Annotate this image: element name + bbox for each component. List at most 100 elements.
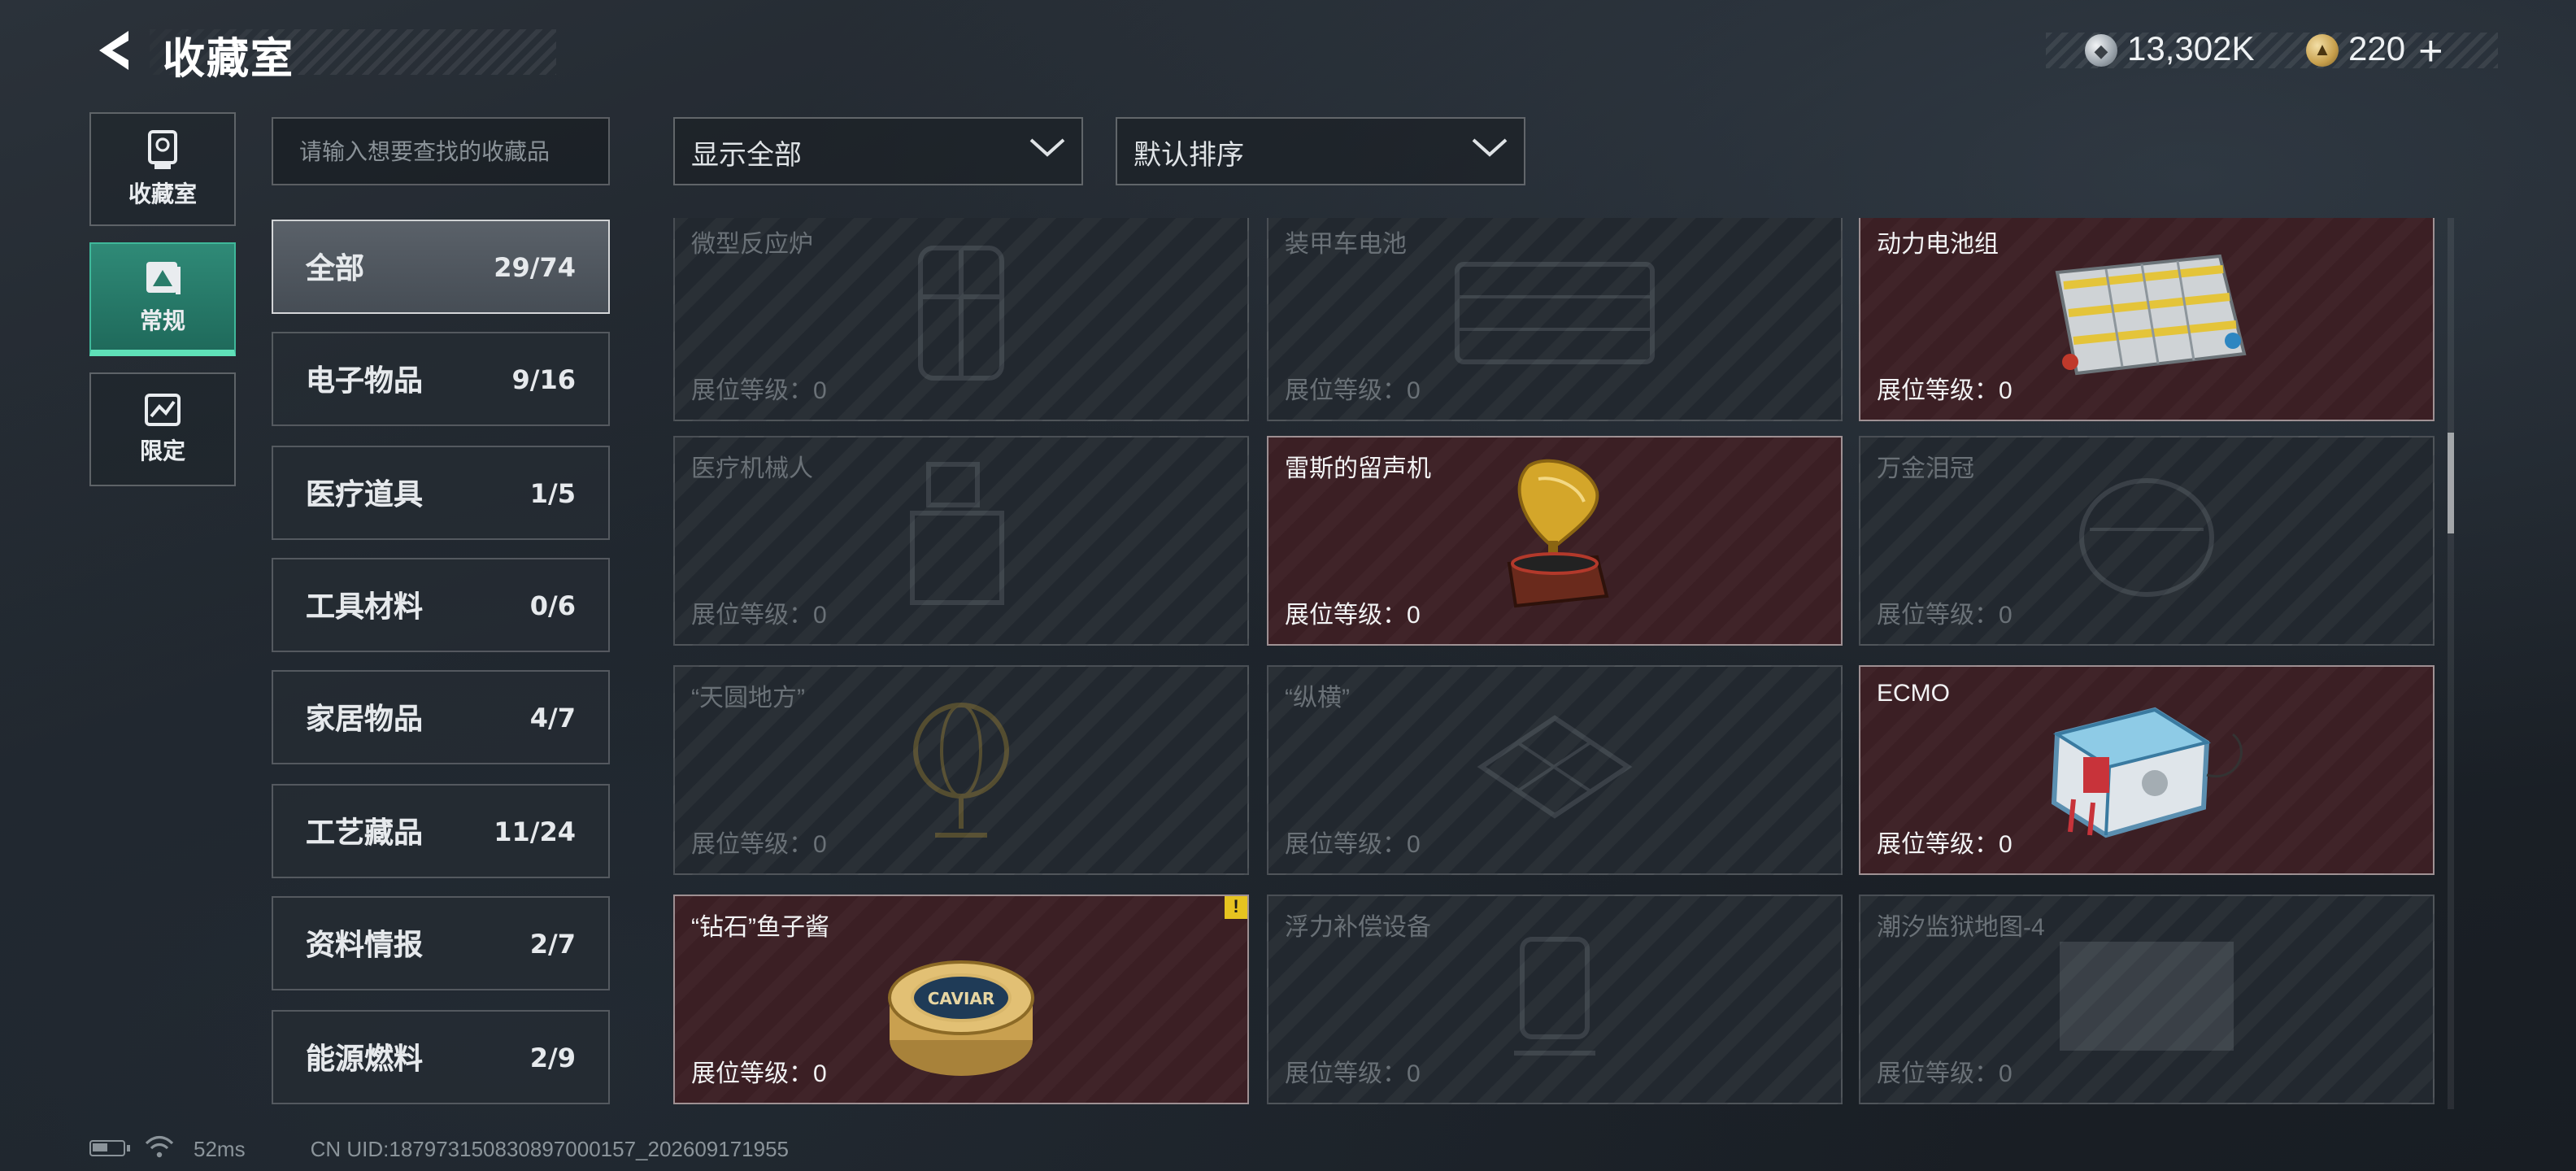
category-electronics[interactable]: 电子物品 9/16	[272, 332, 610, 426]
trophy-icon	[145, 128, 181, 171]
chevron-down-icon	[1472, 137, 1508, 166]
gold-currency-value: 220	[2348, 31, 2406, 68]
category-label: 资料情报	[306, 929, 423, 961]
item-level: 展位等级：0	[691, 831, 827, 859]
item-name: “钻石”鱼子酱	[691, 914, 829, 942]
category-label: 家居物品	[306, 703, 423, 735]
item-card-power-battery-pack[interactable]: 动力电池组 展位等级：0	[1859, 218, 2435, 421]
item-card-ecmo[interactable]: ECMO 展位等级：0	[1859, 665, 2435, 875]
chessboard-icon	[1465, 701, 1644, 839]
item-level: 展位等级：0	[1877, 1060, 2012, 1088]
item-level: 展位等级：0	[1285, 602, 1421, 629]
category-crafts[interactable]: 工艺藏品 11/24	[272, 784, 610, 878]
category-count: 2/7	[529, 928, 576, 959]
frame-icon	[143, 258, 182, 297]
category-count: 29/74	[494, 251, 576, 282]
item-card-chessboard[interactable]: “纵横” 展位等级：0	[1267, 665, 1843, 875]
item-card-micro-reactor[interactable]: 微型反应炉 展位等级：0	[673, 218, 1249, 421]
silver-currency: ◆ 13,302K	[2085, 26, 2255, 75]
battery-icon	[1449, 247, 1660, 385]
item-name: 医疗机械人	[691, 455, 814, 483]
category-label: 全部	[306, 252, 364, 285]
item-card-diamond-caviar[interactable]: ! CAVIAR “钻石”鱼子酱 展位等级：0	[673, 895, 1249, 1104]
item-name: 万金泪冠	[1877, 455, 1975, 483]
limited-icon	[143, 392, 182, 428]
gold-currency: ▲ 220 +	[2306, 26, 2443, 75]
sort-dropdown[interactable]: 默认排序	[1116, 117, 1525, 185]
search-input[interactable]	[296, 137, 585, 166]
status-bar: 52ms CN UID:187973150830897000157_202609…	[89, 1132, 789, 1164]
category-all[interactable]: 全部 29/74	[272, 220, 610, 314]
add-currency-button[interactable]: +	[2418, 29, 2443, 72]
grid-scrollbar[interactable]	[2448, 218, 2454, 1109]
item-name: 装甲车电池	[1285, 231, 1408, 259]
category-label: 医疗道具	[306, 478, 423, 511]
item-name: 雷斯的留声机	[1285, 455, 1432, 483]
map-icon	[2049, 930, 2244, 1069]
mode-tab-collection-room[interactable]: 收藏室	[89, 112, 236, 226]
item-card-gramophone[interactable]: 雷斯的留声机 展位等级：0	[1267, 436, 1843, 646]
mode-tab-label: 常规	[140, 307, 185, 333]
item-card-buoyancy-device[interactable]: 浮力补偿设备 展位等级：0	[1267, 895, 1843, 1104]
crown-icon	[2065, 464, 2228, 618]
new-alert-badge: !	[1225, 896, 1247, 919]
item-level: 展位等级：0	[1285, 1060, 1421, 1088]
display-filter-dropdown[interactable]: 显示全部	[673, 117, 1083, 185]
silver-coin-icon: ◆	[2085, 34, 2117, 67]
item-name: 微型反应炉	[691, 231, 814, 259]
search-box[interactable]	[272, 117, 610, 185]
item-name: ECMO	[1877, 680, 1950, 707]
reactor-icon	[904, 231, 1018, 402]
item-card-gold-tear-crown[interactable]: 万金泪冠 展位等级：0	[1859, 436, 2435, 646]
item-level: 展位等级：0	[691, 1060, 827, 1088]
collection-grid: 微型反应炉 展位等级：0 装甲车电池 展位等级：0 动力电池组 展位等级：0 医…	[673, 218, 2436, 1109]
caviar-tin-icon: CAVIAR	[883, 942, 1039, 1090]
item-level: 展位等级：0	[691, 377, 827, 405]
category-medical[interactable]: 医疗道具 1/5	[272, 446, 610, 540]
item-card-tidal-prison-map[interactable]: 潮汐监狱地图-4 展位等级：0	[1859, 895, 2435, 1104]
silver-currency-value: 13,302K	[2127, 31, 2255, 68]
category-count: 9/16	[511, 363, 577, 394]
category-label: 工具材料	[306, 590, 423, 623]
item-card-heaven-earth[interactable]: “天圆地方” 展位等级：0	[673, 665, 1249, 875]
gramophone-icon	[1490, 455, 1620, 626]
globe-icon	[896, 685, 1026, 855]
category-label: 电子物品	[306, 364, 423, 397]
robot-icon	[896, 455, 1026, 626]
category-intel[interactable]: 资料情报 2/7	[272, 896, 610, 990]
display-filter-value: 显示全部	[691, 139, 802, 170]
item-card-armored-battery[interactable]: 装甲车电池 展位等级：0	[1267, 218, 1843, 421]
item-name: 浮力补偿设备	[1285, 914, 1432, 942]
item-card-medical-robot[interactable]: 医疗机械人 展位等级：0	[673, 436, 1249, 646]
item-name: “纵横”	[1285, 685, 1350, 712]
category-count: 4/7	[529, 702, 576, 733]
battery-icon	[89, 1140, 130, 1156]
mode-tab-label: 收藏室	[128, 181, 197, 207]
category-label: 能源燃料	[306, 1043, 423, 1075]
back-button[interactable]	[85, 26, 140, 81]
chevron-down-icon	[1029, 137, 1065, 166]
category-count: 11/24	[494, 816, 576, 847]
sort-value: 默认排序	[1134, 139, 1244, 170]
category-count: 0/6	[529, 590, 576, 620]
user-uid: CN UID:187973150830897000157_20260917195…	[310, 1136, 790, 1160]
item-name: 潮汐监狱地图-4	[1877, 914, 2045, 942]
category-count: 1/5	[529, 477, 576, 508]
gold-coin-icon: ▲	[2306, 34, 2339, 67]
mode-tab-limited[interactable]: 限定	[89, 372, 236, 486]
item-name: “天圆地方”	[691, 685, 805, 712]
battery-pack-icon	[2041, 239, 2252, 394]
page-title: 收藏室	[163, 34, 295, 83]
category-energy[interactable]: 能源燃料 2/9	[272, 1010, 610, 1104]
caviar-tin-text: CAVIAR	[928, 988, 995, 1008]
category-household[interactable]: 家居物品 4/7	[272, 670, 610, 764]
grid-scrollbar-thumb[interactable]	[2448, 433, 2454, 533]
item-level: 展位等级：0	[1877, 831, 2012, 859]
ping-value: 52ms	[194, 1136, 246, 1160]
mode-tab-label: 限定	[140, 437, 185, 464]
item-level: 展位等级：0	[1285, 831, 1421, 859]
category-count: 2/9	[529, 1042, 576, 1073]
mode-tab-regular[interactable]: 常规	[89, 242, 236, 356]
category-tools[interactable]: 工具材料 0/6	[272, 558, 610, 652]
wifi-icon	[145, 1134, 174, 1162]
